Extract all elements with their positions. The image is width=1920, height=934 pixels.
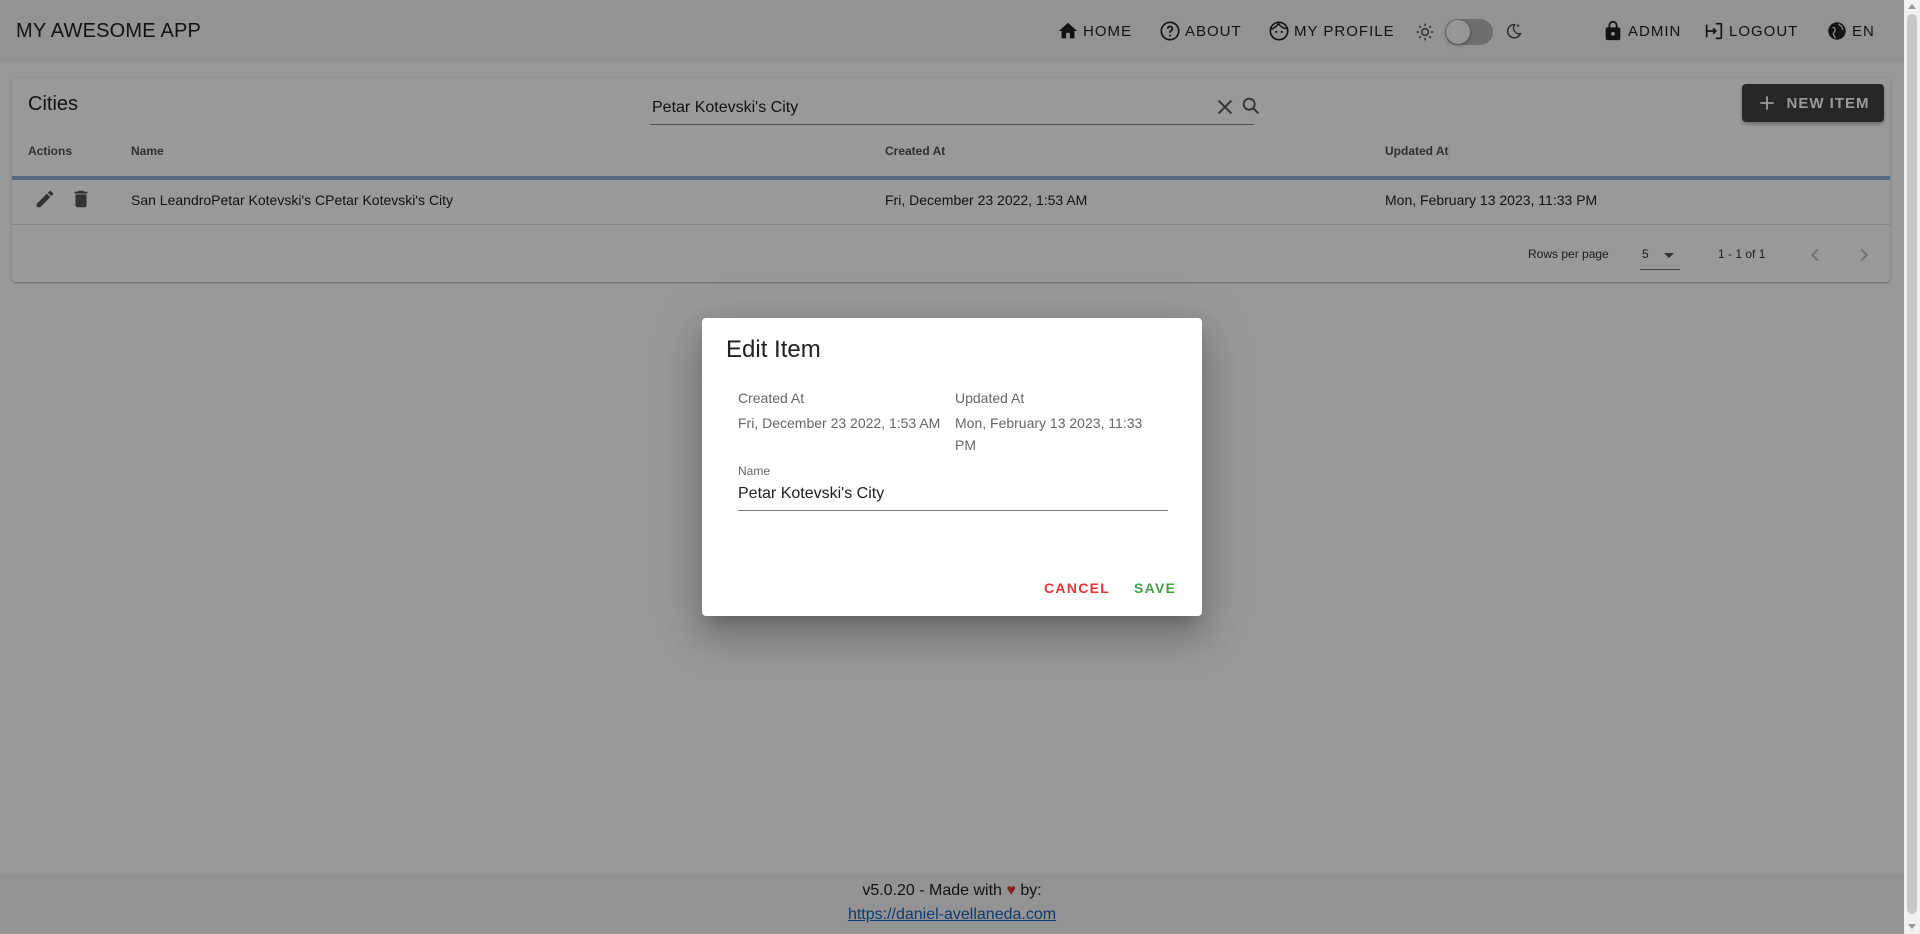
name-input[interactable] xyxy=(738,482,1158,506)
updated-at-label: Updated At xyxy=(955,390,1025,406)
name-field: Name xyxy=(738,464,1168,511)
scrollbar-thumb[interactable] xyxy=(1907,14,1917,914)
scroll-down-icon[interactable] xyxy=(1908,924,1916,929)
created-at-label: Created At xyxy=(738,390,805,406)
dialog-title: Edit Item xyxy=(726,336,821,363)
cancel-button[interactable]: CANCEL xyxy=(1044,580,1110,596)
name-field-label: Name xyxy=(738,464,771,478)
save-button[interactable]: SAVE xyxy=(1134,580,1176,596)
scrollbar[interactable] xyxy=(1904,0,1920,934)
updated-at-value: Mon, February 13 2023, 11:33 PM xyxy=(955,415,1143,453)
edit-item-dialog: Edit Item Created At Fri, December 23 20… xyxy=(702,318,1202,616)
created-at-value: Fri, December 23 2022, 1:53 AM xyxy=(738,415,941,431)
scroll-up-icon[interactable] xyxy=(1908,4,1916,9)
